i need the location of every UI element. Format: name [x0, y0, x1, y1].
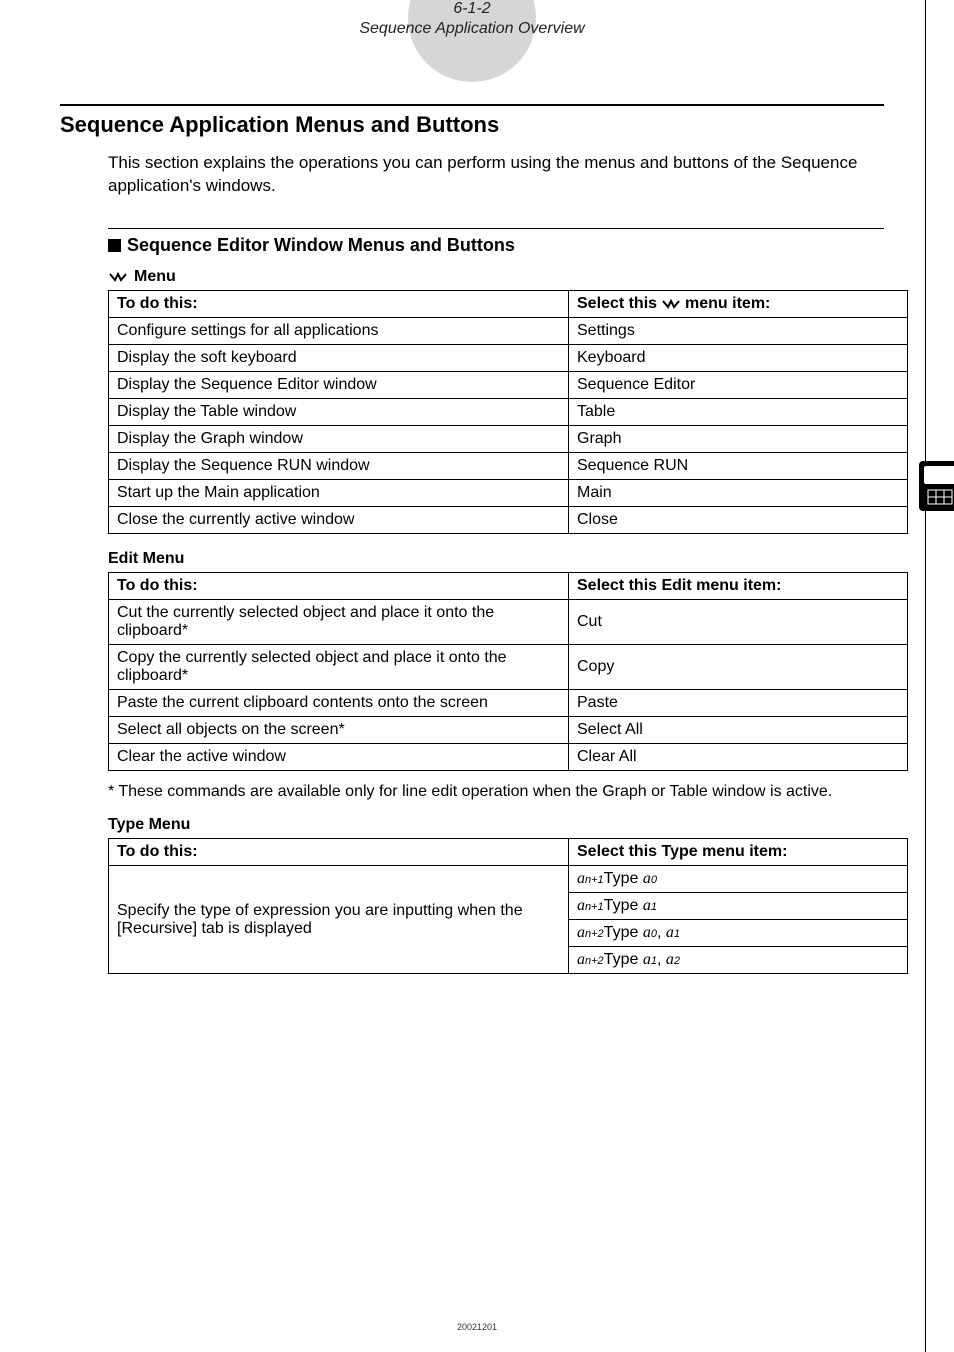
table-cell: Display the Sequence RUN window [109, 452, 569, 479]
page-header: 6-1-2 Sequence Application Overview [60, 0, 884, 38]
table-cell: Specify the type of expression you are i… [109, 866, 569, 974]
table-header-right: Select this menu item: [569, 290, 908, 317]
table-cell: Close the currently active window [109, 506, 569, 533]
table-cell: Graph [569, 425, 908, 452]
table-cell: Cut [569, 599, 908, 644]
table-row: Close the currently active windowClose [109, 506, 908, 533]
table-cell: an+1Type a1 [569, 893, 908, 920]
table-header-left: To do this: [109, 572, 569, 599]
settings-menu-icon [108, 270, 128, 284]
header-right-post: menu item: [685, 295, 770, 313]
table-cell: Settings [569, 317, 908, 344]
table-header-row: To do this: Select this Type menu item: [109, 839, 908, 866]
table-header-row: To do this: Select this menu item: [109, 290, 908, 317]
table-row: Cut the currently selected object and pl… [109, 599, 908, 644]
edit-menu-table: To do this: Select this Edit menu item: … [108, 572, 908, 771]
table-row: Start up the Main applicationMain [109, 479, 908, 506]
footnote: * These commands are available only for … [108, 781, 884, 803]
table-row: Configure settings for all applicationsS… [109, 317, 908, 344]
table-cell: Display the Graph window [109, 425, 569, 452]
table-cell: Sequence Editor [569, 371, 908, 398]
table-cell: an+1Type a0 [569, 866, 908, 893]
table-cell: Configure settings for all applications [109, 317, 569, 344]
table-cell: Display the Table window [109, 398, 569, 425]
table-cell: Start up the Main application [109, 479, 569, 506]
table-row: Copy the currently selected object and p… [109, 644, 908, 689]
table-header-left: To do this: [109, 839, 569, 866]
square-bullet-icon [108, 239, 121, 252]
table-cell: Clear the active window [109, 743, 569, 770]
edit-menu-label: Edit Menu [108, 550, 884, 568]
table-cell: Copy the currently selected object and p… [109, 644, 569, 689]
vertical-rule [925, 0, 926, 1352]
table-row: Paste the current clipboard contents ont… [109, 689, 908, 716]
type-menu-label: Type Menu [108, 816, 884, 834]
section-title: Sequence Application Overview [60, 20, 884, 38]
system-menu-label: Menu [108, 268, 884, 286]
system-menu-label-text: Menu [134, 268, 176, 286]
table-cell: Clear All [569, 743, 908, 770]
section-number: 6-1-2 [60, 0, 884, 18]
table-cell: Select All [569, 716, 908, 743]
table-row: Display the Sequence Editor windowSequen… [109, 371, 908, 398]
table-row: Display the soft keyboardKeyboard [109, 344, 908, 371]
table-row: Select all objects on the screen*Select … [109, 716, 908, 743]
table-header-row: To do this: Select this Edit menu item: [109, 572, 908, 599]
main-heading: Sequence Application Menus and Buttons [60, 112, 884, 138]
table-cell: Main [569, 479, 908, 506]
table-cell: Display the soft keyboard [109, 344, 569, 371]
calculator-side-icon [918, 460, 954, 512]
table-cell: Display the Sequence Editor window [109, 371, 569, 398]
table-cell: Sequence RUN [569, 452, 908, 479]
type-menu-table: To do this: Select this Type menu item: … [108, 838, 908, 974]
table-row: Display the Graph windowGraph [109, 425, 908, 452]
sub-heading: Sequence Editor Window Menus and Buttons [108, 235, 884, 256]
table-row: Specify the type of expression you are i… [109, 866, 908, 893]
table-cell: Paste [569, 689, 908, 716]
table-header-right: Select this Type menu item: [569, 839, 908, 866]
sub-heading-text: Sequence Editor Window Menus and Buttons [127, 235, 515, 256]
table-cell: Cut the currently selected object and pl… [109, 599, 569, 644]
table-row: Clear the active windowClear All [109, 743, 908, 770]
table-cell: an+2Type a1, a2 [569, 947, 908, 974]
table-cell: an+2Type a0, a1 [569, 920, 908, 947]
table-cell: Select all objects on the screen* [109, 716, 569, 743]
table-cell: Table [569, 398, 908, 425]
system-menu-table: To do this: Select this menu item: Confi… [108, 290, 908, 534]
table-row: Display the Sequence RUN windowSequence … [109, 452, 908, 479]
settings-menu-icon [661, 297, 681, 311]
table-row: Display the Table windowTable [109, 398, 908, 425]
table-header-right: Select this Edit menu item: [569, 572, 908, 599]
divider [108, 228, 884, 229]
table-cell: Keyboard [569, 344, 908, 371]
table-cell: Copy [569, 644, 908, 689]
table-cell: Paste the current clipboard contents ont… [109, 689, 569, 716]
divider [60, 104, 884, 106]
intro-paragraph: This section explains the operations you… [108, 152, 884, 198]
table-header-left: To do this: [109, 290, 569, 317]
footer-number: 20021201 [0, 1322, 954, 1332]
header-right-pre: Select this [577, 295, 657, 313]
table-cell: Close [569, 506, 908, 533]
